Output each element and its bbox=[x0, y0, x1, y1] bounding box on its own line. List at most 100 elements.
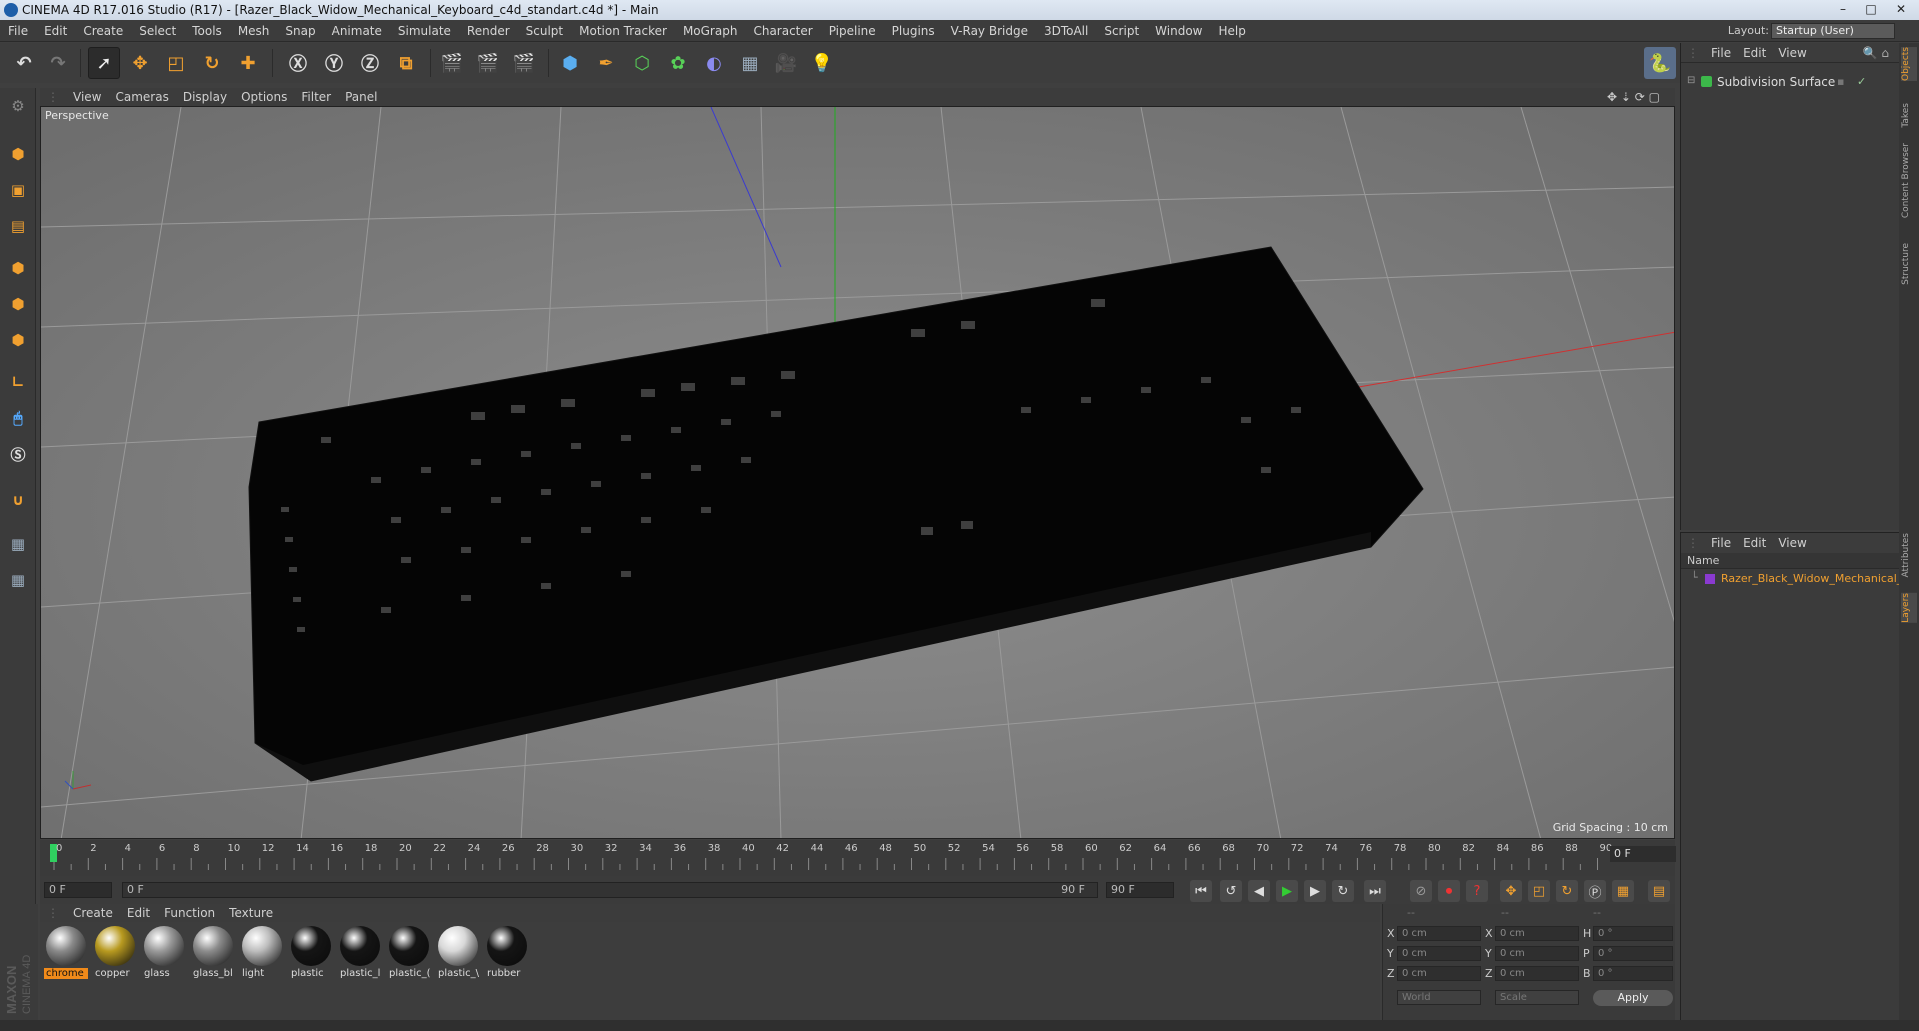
viewport-menu-panel[interactable]: Panel bbox=[338, 88, 384, 106]
menu-character[interactable]: Character bbox=[745, 20, 820, 42]
layer-menu-view[interactable]: View bbox=[1772, 533, 1812, 553]
key-pla-icon[interactable]: ▦ bbox=[1612, 880, 1634, 902]
timeline-ruler[interactable]: 0 2 4 6 8 10 12 14 16 18 20 22 24 26 28 30 32 34 36 38 40 42 4… bbox=[40, 840, 1675, 876]
play-icon[interactable]: ▶ bbox=[1276, 880, 1298, 902]
material-menu-texture[interactable]: Texture bbox=[222, 904, 280, 922]
menu-plugins[interactable]: Plugins bbox=[884, 20, 943, 42]
current-frame-field[interactable]: 0 F bbox=[1610, 846, 1676, 862]
material-menu-edit[interactable]: Edit bbox=[120, 904, 157, 922]
material-menu-function[interactable]: Function bbox=[157, 904, 222, 922]
rotation-h-field[interactable]: 0 ° bbox=[1593, 926, 1673, 941]
menu-3dtoall[interactable]: 3DToAll bbox=[1036, 20, 1096, 42]
deformer-icon[interactable]: ◐ bbox=[698, 47, 730, 79]
go-to-end-icon[interactable]: ⏭ bbox=[1364, 880, 1386, 902]
live-selection-icon[interactable]: ✚ bbox=[232, 47, 264, 79]
material-swatch[interactable]: rubber bbox=[485, 926, 529, 986]
python-icon[interactable]: 🐍 bbox=[1644, 47, 1676, 79]
viewport-menu-cameras[interactable]: Cameras bbox=[108, 88, 175, 106]
scale-tool-icon[interactable]: ◰ bbox=[160, 47, 192, 79]
menu-render[interactable]: Render bbox=[459, 20, 518, 42]
object-row[interactable]: ⊟ Subdivision Surface ▪ ✓ bbox=[1681, 73, 1900, 91]
points-mode-icon[interactable]: ⬢ bbox=[4, 254, 32, 282]
object-search-icons[interactable]: 🔍 ⌂ bbox=[1857, 43, 1895, 63]
render-view-icon[interactable]: 🎬 bbox=[436, 47, 468, 79]
layer-menu-edit[interactable]: Edit bbox=[1737, 533, 1772, 553]
object-enabled-checkmark-icon[interactable]: ✓ bbox=[1857, 75, 1866, 88]
menu-animate[interactable]: Animate bbox=[324, 20, 390, 42]
viewport-menu-display[interactable]: Display bbox=[176, 88, 234, 106]
menu-vray-bridge[interactable]: V-Ray Bridge bbox=[943, 20, 1036, 42]
light-icon[interactable]: 💡 bbox=[806, 47, 838, 79]
position-y-field[interactable]: 0 cm bbox=[1397, 946, 1481, 961]
redo-icon[interactable]: ↷ bbox=[42, 47, 74, 79]
key-scale-icon[interactable]: ◰ bbox=[1528, 880, 1550, 902]
menu-edit[interactable]: Edit bbox=[36, 20, 75, 42]
tab-objects[interactable]: Objects bbox=[1901, 47, 1917, 82]
menu-mesh[interactable]: Mesh bbox=[230, 20, 278, 42]
previous-key-icon[interactable]: ↺ bbox=[1220, 880, 1242, 902]
viewport-menu-options[interactable]: Options bbox=[234, 88, 294, 106]
select-tool-icon[interactable]: ➚ bbox=[88, 47, 120, 79]
motion-path-icon[interactable]: ⊘ bbox=[1410, 880, 1432, 902]
object-menu-view[interactable]: View bbox=[1772, 43, 1812, 63]
tab-takes[interactable]: Takes bbox=[1901, 103, 1917, 128]
magnet-icon[interactable]: ∪ bbox=[4, 486, 32, 514]
material-swatch[interactable]: plastic bbox=[289, 926, 333, 986]
material-swatch[interactable]: plastic_\ bbox=[436, 926, 480, 986]
axis-mode-icon[interactable]: ∟ bbox=[4, 368, 32, 396]
viewport-menu-view[interactable]: View bbox=[66, 88, 108, 106]
make-editable-icon[interactable]: ⚙ bbox=[4, 92, 32, 120]
polygons-mode-icon[interactable]: ⬢ bbox=[4, 326, 32, 354]
maximize-button[interactable]: □ bbox=[1857, 0, 1885, 18]
mograph-cloner-icon[interactable]: ✿ bbox=[662, 47, 694, 79]
tab-attributes[interactable]: Attributes bbox=[1901, 533, 1917, 577]
menu-simulate[interactable]: Simulate bbox=[390, 20, 459, 42]
size-x-field[interactable]: 0 cm bbox=[1495, 926, 1579, 941]
coordinate-system-icon[interactable]: ⧉ bbox=[390, 47, 422, 79]
key-parameter-icon[interactable]: Ⓟ bbox=[1584, 880, 1606, 902]
object-menu-file[interactable]: File bbox=[1705, 43, 1737, 63]
lock-workplane-icon[interactable]: ▦ bbox=[4, 530, 32, 558]
coordinate-space-select[interactable]: World bbox=[1397, 990, 1481, 1005]
edges-mode-icon[interactable]: ⬢ bbox=[4, 290, 32, 318]
apply-button[interactable]: Apply bbox=[1593, 990, 1673, 1006]
next-key-icon[interactable]: ↻ bbox=[1332, 880, 1354, 902]
autokey-icon[interactable]: ? bbox=[1466, 880, 1488, 902]
viewport-navigation-icons[interactable]: ✥ ⇣ ⟳ ▢ bbox=[1600, 88, 1667, 106]
timeline-window-icon[interactable]: ▤ bbox=[1648, 880, 1670, 902]
perspective-viewport[interactable]: Perspective Grid Spacing : 10 cm bbox=[40, 106, 1675, 839]
rotate-tool-icon[interactable]: ↻ bbox=[196, 47, 228, 79]
next-frame-icon[interactable]: ▶ bbox=[1304, 880, 1326, 902]
material-swatch[interactable]: glass bbox=[142, 926, 186, 986]
material-swatch[interactable]: glass_bl bbox=[191, 926, 235, 986]
menu-script[interactable]: Script bbox=[1096, 20, 1147, 42]
menu-tools[interactable]: Tools bbox=[184, 20, 230, 42]
material-menu-create[interactable]: Create bbox=[66, 904, 120, 922]
viewport-menu-filter[interactable]: Filter bbox=[294, 88, 338, 106]
render-picture-viewer-icon[interactable]: 🎬 bbox=[472, 47, 504, 79]
size-mode-select[interactable]: Scale bbox=[1495, 990, 1579, 1005]
menu-snap[interactable]: Snap bbox=[277, 20, 323, 42]
z-axis-icon[interactable]: Ⓩ bbox=[354, 47, 386, 79]
object-menu-edit[interactable]: Edit bbox=[1737, 43, 1772, 63]
menu-help[interactable]: Help bbox=[1210, 20, 1253, 42]
texture-mode-icon[interactable]: ▣ bbox=[4, 176, 32, 204]
previous-frame-icon[interactable]: ◀ bbox=[1248, 880, 1270, 902]
end-frame-field[interactable]: 90 F bbox=[1106, 882, 1174, 898]
menu-select[interactable]: Select bbox=[131, 20, 184, 42]
record-keyframe-icon[interactable]: ⏺ bbox=[1438, 880, 1460, 902]
menu-file[interactable]: File bbox=[0, 20, 36, 42]
menu-create[interactable]: Create bbox=[75, 20, 131, 42]
menu-pipeline[interactable]: Pipeline bbox=[821, 20, 884, 42]
layer-menu-file[interactable]: File bbox=[1705, 533, 1737, 553]
object-visibility-icon[interactable]: ▪ bbox=[1837, 75, 1844, 88]
menu-mograph[interactable]: MoGraph bbox=[675, 20, 746, 42]
menu-window[interactable]: Window bbox=[1147, 20, 1210, 42]
layer-row[interactable]: └ Razer_Black_Widow_Mechanical_I bbox=[1681, 571, 1906, 587]
undo-icon[interactable]: ↶ bbox=[8, 47, 40, 79]
y-axis-icon[interactable]: Ⓨ bbox=[318, 47, 350, 79]
layout-select[interactable]: Startup (User) bbox=[1771, 23, 1895, 39]
rotation-p-field[interactable]: 0 ° bbox=[1593, 946, 1673, 961]
floor-icon[interactable]: ▦ bbox=[734, 47, 766, 79]
tab-layers[interactable]: Layers bbox=[1901, 593, 1917, 623]
